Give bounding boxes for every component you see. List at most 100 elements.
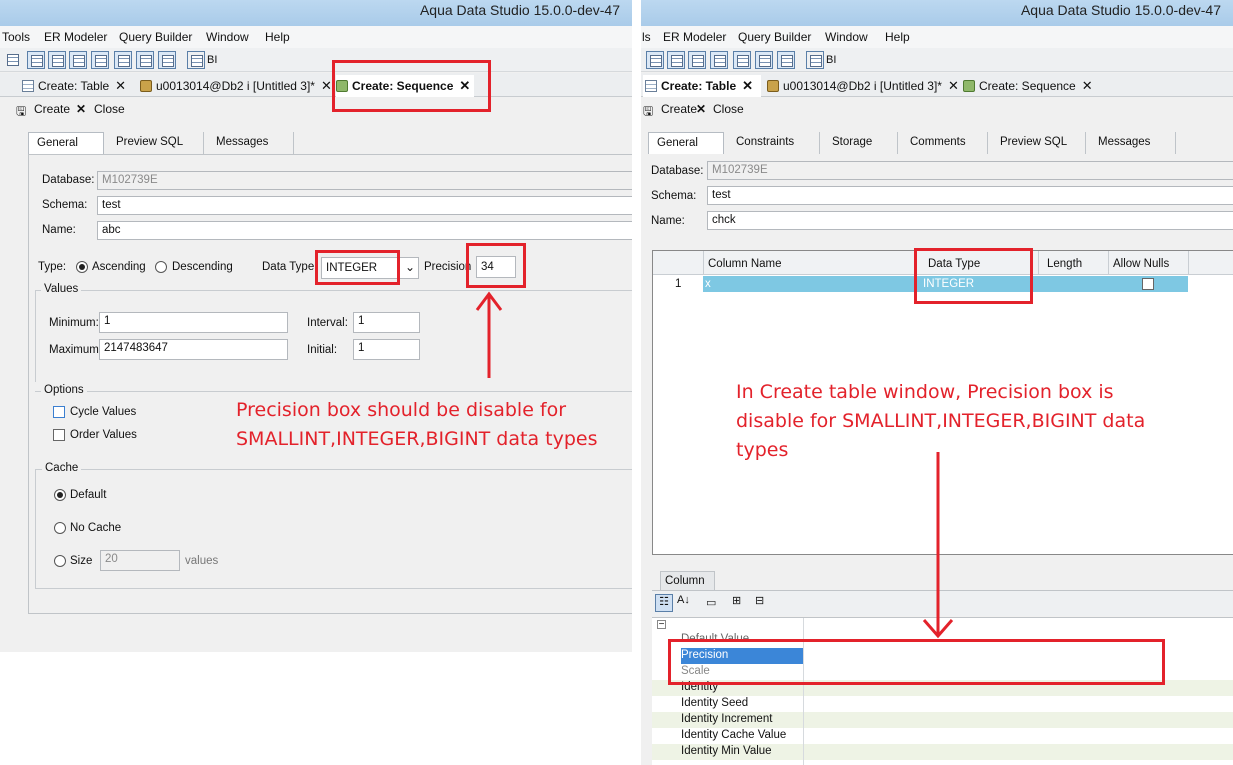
allow-nulls-checkbox[interactable] xyxy=(1142,278,1154,290)
prop-identity-min-value[interactable]: Identity Min Value xyxy=(652,744,1233,760)
toolbar-table-icon[interactable] xyxy=(27,51,45,69)
bi-icon[interactable] xyxy=(187,51,205,69)
tab-constraints[interactable]: Constraints xyxy=(728,132,820,154)
ascending-radio[interactable] xyxy=(76,261,88,273)
cache-size-radio[interactable] xyxy=(54,555,66,567)
create-button[interactable]: Create xyxy=(34,102,70,116)
initial-label: Initial: xyxy=(307,344,338,356)
name-field[interactable]: abc xyxy=(97,221,632,240)
bi-icon[interactable] xyxy=(806,51,824,69)
maximum-label: Maximum: xyxy=(49,344,103,356)
table-icon xyxy=(22,80,34,92)
tab-preview-sql[interactable]: Preview SQL xyxy=(992,132,1086,154)
editor-tabs: Create: Table ✕ u0013014@Db2 i [Untitled … xyxy=(0,73,632,97)
toolbar: BI xyxy=(0,48,632,72)
menu-query-builder[interactable]: Query Builder xyxy=(119,30,192,44)
tab-column[interactable]: Column xyxy=(660,571,715,590)
close-x-icon[interactable]: ✕ xyxy=(76,102,86,116)
close-button[interactable]: Close xyxy=(94,102,125,116)
header-column-name[interactable]: Column Name xyxy=(708,258,782,270)
collapse-group-icon[interactable]: − xyxy=(657,620,666,630)
menu-tools[interactable]: ls xyxy=(642,30,651,44)
cell-column-name[interactable]: x xyxy=(705,278,711,290)
initial-field[interactable]: 1 xyxy=(353,339,420,360)
toolbar-table-icon[interactable] xyxy=(646,51,664,69)
database-label: Database: xyxy=(651,165,704,177)
expand-icon[interactable]: ⊞ xyxy=(732,594,741,607)
toolbar-grid-icon[interactable] xyxy=(69,51,87,69)
highlight-datatype xyxy=(315,250,400,285)
toolbar-grid-icon[interactable] xyxy=(688,51,706,69)
menu-help[interactable]: Help xyxy=(265,30,290,44)
close-button[interactable]: Close xyxy=(713,102,744,116)
toolbar-table2-icon[interactable] xyxy=(710,51,728,69)
prop-identity-increment[interactable]: Identity Increment xyxy=(652,712,1233,728)
tab-general[interactable]: General xyxy=(648,132,724,154)
sort-az-icon[interactable]: A↓ xyxy=(677,594,690,606)
prop-identity-seed[interactable]: Identity Seed xyxy=(652,696,1233,712)
tab-create-table[interactable]: Create: Table ✕ xyxy=(22,75,126,97)
schema-field[interactable]: test xyxy=(707,186,1233,205)
minimum-field[interactable]: 1 xyxy=(99,312,288,333)
tab-query-window[interactable]: u0013014@Db2 i [Untitled 3]* ✕ xyxy=(767,75,959,97)
toolbar-lock-icon[interactable] xyxy=(48,51,66,69)
header-length[interactable]: Length xyxy=(1047,258,1082,270)
menu-window[interactable]: Window xyxy=(825,30,868,44)
toolbar-table2-icon[interactable] xyxy=(91,51,109,69)
tab-create-table[interactable]: Create: Table ✕ xyxy=(643,75,761,97)
menu-bar: ls ER Modeler Query Builder Window Help xyxy=(641,26,1233,48)
close-icon[interactable]: ✕ xyxy=(115,78,126,93)
tab-query-window[interactable]: u0013014@Db2 i [Untitled 3]* ✕ xyxy=(140,75,332,97)
interval-field[interactable]: 1 xyxy=(353,312,420,333)
menu-query-builder[interactable]: Query Builder xyxy=(738,30,811,44)
descending-radio[interactable] xyxy=(155,261,167,273)
cache-default-radio[interactable] xyxy=(54,489,66,501)
general-panel: Database: M102739E Schema: test Name: ab… xyxy=(28,154,632,614)
tab-messages[interactable]: Messages xyxy=(208,132,294,154)
close-icon[interactable]: ✕ xyxy=(948,78,959,93)
toolbar-chart-icon[interactable] xyxy=(158,51,176,69)
prop-identity-cache-value[interactable]: Identity Cache Value xyxy=(652,728,1233,744)
order-values-checkbox[interactable] xyxy=(53,429,65,441)
menu-er-modeler[interactable]: ER Modeler xyxy=(663,30,726,44)
toolbar-table4-icon[interactable] xyxy=(136,51,154,69)
toolbar-table3-icon[interactable] xyxy=(733,51,751,69)
tab-storage[interactable]: Storage xyxy=(824,132,898,154)
menu-tools[interactable]: Tools xyxy=(2,30,30,44)
close-icon[interactable]: ✕ xyxy=(321,78,332,93)
schema-field[interactable]: test xyxy=(97,196,632,215)
toolbar-table3-icon[interactable] xyxy=(114,51,132,69)
database-icon xyxy=(767,80,779,92)
menu-window[interactable]: Window xyxy=(206,30,249,44)
tab-preview-sql[interactable]: Preview SQL xyxy=(108,132,204,154)
no-cache-radio[interactable] xyxy=(54,522,66,534)
tab-messages[interactable]: Messages xyxy=(1090,132,1176,154)
app-title: Aqua Data Studio 15.0.0-dev-47 xyxy=(1020,2,1221,18)
collapse-icon[interactable]: ⊟ xyxy=(755,594,764,607)
toolbar-chart-icon[interactable] xyxy=(777,51,795,69)
right-annotation: In Create table window, Precision box is… xyxy=(736,381,1146,461)
close-icon[interactable]: ✕ xyxy=(1082,78,1093,93)
grid-icon[interactable] xyxy=(4,51,22,69)
categorized-icon[interactable]: ☷ xyxy=(655,594,673,612)
maximum-field[interactable]: 2147483647 xyxy=(99,339,288,360)
menu-help[interactable]: Help xyxy=(885,30,910,44)
cache-group: Cache Default No Cache Size 20 values xyxy=(35,462,632,589)
tab-general[interactable]: General xyxy=(28,132,104,154)
highlight-sequence-tab xyxy=(332,60,491,112)
header-allow-nulls[interactable]: Allow Nulls xyxy=(1113,258,1169,270)
keyboard-icon[interactable]: ▭ xyxy=(706,596,716,609)
save-icon: 🖫 xyxy=(16,104,27,118)
close-icon[interactable]: ✕ xyxy=(742,78,753,93)
toolbar-lock-icon[interactable] xyxy=(667,51,685,69)
toolbar-table4-icon[interactable] xyxy=(755,51,773,69)
menu-er-modeler[interactable]: ER Modeler xyxy=(44,30,107,44)
close-x-icon[interactable]: ✕ xyxy=(696,102,706,116)
tab-create-sequence[interactable]: Create: Sequence ✕ xyxy=(963,75,1093,97)
database-field: M102739E xyxy=(97,171,632,190)
create-button[interactable]: Create xyxy=(661,102,697,116)
cycle-values-checkbox[interactable] xyxy=(53,406,65,418)
name-field[interactable]: chck xyxy=(707,211,1233,230)
schema-label: Schema: xyxy=(651,190,697,202)
tab-comments[interactable]: Comments xyxy=(902,132,988,154)
